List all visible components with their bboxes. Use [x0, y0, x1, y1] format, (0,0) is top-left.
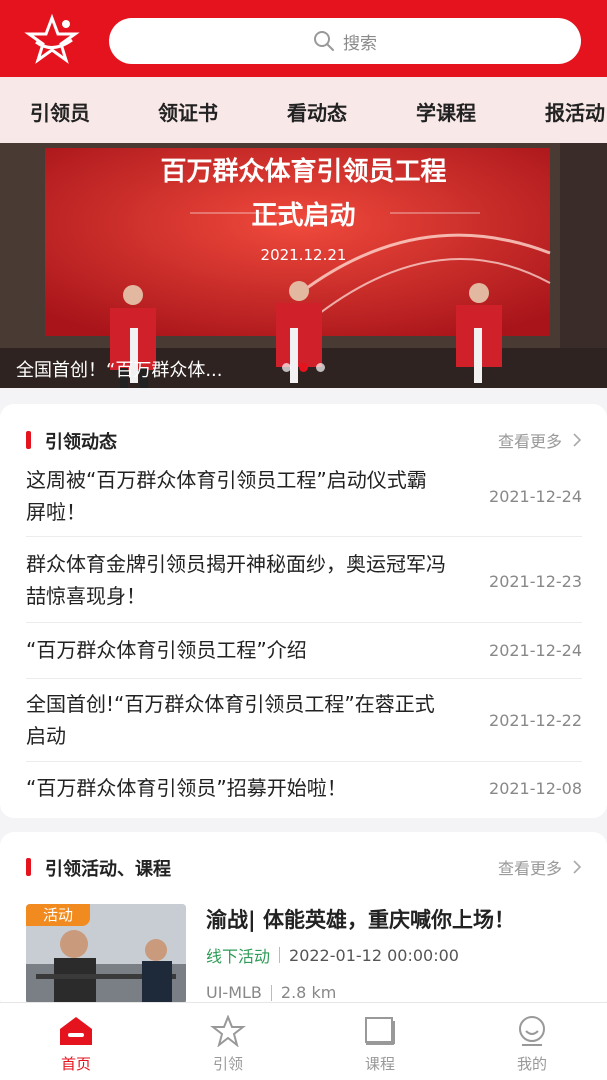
carousel-dot-active[interactable]	[299, 363, 308, 372]
activity-more-link[interactable]: 查看更多	[498, 855, 582, 879]
banner-subtitle: 正式启动	[251, 201, 356, 231]
news-item-title: 这周被“百万群众体育引领员工程”启动仪式霸屏啦！	[26, 468, 427, 524]
activity-location: UI-MLB	[206, 983, 262, 1002]
news-item-date: 2021-12-08	[489, 779, 582, 798]
news-item[interactable]: 群众体育金牌引领员揭开神秘面纱，奥运冠军冯喆惊喜现身！ 2021-12-23	[26, 537, 582, 623]
news-item-date: 2021-12-22	[489, 711, 582, 730]
section-accent-bar	[26, 858, 31, 876]
user-icon	[519, 1016, 545, 1046]
home-icon	[60, 1017, 92, 1045]
activity-type: 线下活动	[206, 947, 271, 966]
tab-lead[interactable]: 引领	[152, 1003, 304, 1080]
search-placeholder: 搜索	[343, 33, 377, 54]
nav-item-guides[interactable]: 引领员	[30, 97, 90, 126]
nav-item-courses[interactable]: 学课程	[416, 97, 476, 126]
activity-tag: 活动	[26, 904, 90, 926]
activity-title[interactable]: 渝战| 体能英雄，重庆喊你上场！	[206, 904, 515, 934]
banner-title: 百万群众体育引领员工程	[160, 157, 447, 187]
logo-star-icon	[24, 14, 80, 64]
activity-meta: 线下活动 2022-01-12 00:00:00	[206, 943, 459, 967]
search-icon	[314, 31, 334, 51]
news-item[interactable]: 这周被“百万群众体育引领员工程”启动仪式霸屏啦！ 2021-12-24	[26, 462, 582, 537]
activity-location-meta: UI-MLB 2.8 km	[206, 983, 336, 1002]
book-icon	[365, 1017, 395, 1045]
news-item-date: 2021-12-24	[489, 487, 582, 506]
chevron-right-icon	[573, 860, 582, 874]
news-item-date: 2021-12-24	[489, 641, 582, 660]
carousel-dot[interactable]	[316, 363, 325, 372]
activity-section-header: 引领活动、课程 查看更多	[26, 855, 582, 881]
news-item-title: 全国首创!“百万群众体育引领员工程”在蓉正式启动	[26, 692, 435, 748]
section-accent-bar	[26, 431, 31, 449]
banner-caption: 全国首创！“百万群众体...	[16, 360, 223, 381]
nav-item-activities[interactable]: 报活动	[545, 97, 605, 126]
news-section-header: 引领动态 查看更多	[26, 428, 582, 454]
tab-home-label: 首页	[60, 1055, 91, 1073]
app-header: 搜索	[0, 0, 607, 77]
nav-item-news[interactable]: 看动态	[287, 97, 347, 126]
tab-courses-label: 课程	[364, 1055, 395, 1073]
news-item[interactable]: “百万群众体育引领员工程”介绍 2021-12-24	[26, 623, 582, 679]
banner-carousel[interactable]: 百万群众体育引领员工程 正式启动 2021.12.21	[0, 143, 607, 388]
activity-distance: 2.8 km	[280, 983, 337, 1002]
tab-profile[interactable]: 我的	[456, 1003, 607, 1080]
activity-section-title: 引领活动、课程	[45, 859, 171, 880]
chevron-right-icon	[573, 433, 582, 447]
more-label: 查看更多	[497, 432, 562, 451]
news-more-link[interactable]: 查看更多	[498, 428, 582, 452]
carousel-dots	[282, 363, 325, 372]
news-item-title: “百万群众体育引领员”招募开始啦！	[26, 776, 347, 800]
tab-lead-label: 引领	[212, 1055, 243, 1073]
search-bar[interactable]: 搜索	[109, 18, 581, 64]
divider	[270, 984, 272, 1001]
category-nav: 引领员 领证书 看动态 学课程 报活动	[0, 77, 607, 143]
news-item[interactable]: 全国首创!“百万群众体育引领员工程”在蓉正式启动 2021-12-22	[26, 679, 582, 762]
divider	[279, 947, 281, 963]
banner-date: 2021.12.21	[260, 246, 347, 264]
news-item[interactable]: “百万群众体育引领员”招募开始啦！ 2021-12-08	[26, 762, 582, 816]
activity-datetime: 2022-01-12 00:00:00	[289, 945, 459, 965]
more-label: 查看更多	[497, 859, 562, 878]
carousel-dot[interactable]	[282, 363, 291, 372]
news-section-title: 引领动态	[45, 432, 117, 453]
tab-courses[interactable]: 课程	[304, 1003, 456, 1080]
tab-home[interactable]: 首页	[0, 1003, 152, 1080]
tab-profile-label: 我的	[516, 1055, 547, 1073]
nav-item-certificate[interactable]: 领证书	[158, 97, 218, 126]
star-icon	[210, 1015, 246, 1047]
bottom-tab-bar: 首页 引领 课程 我的	[0, 1002, 607, 1080]
news-item-date: 2021-12-23	[489, 572, 582, 591]
news-item-title: 群众体育金牌引领员揭开神秘面纱，奥运冠军冯喆惊喜现身！	[26, 552, 446, 608]
news-item-title: “百万群众体育引领员工程”介绍	[26, 638, 307, 662]
